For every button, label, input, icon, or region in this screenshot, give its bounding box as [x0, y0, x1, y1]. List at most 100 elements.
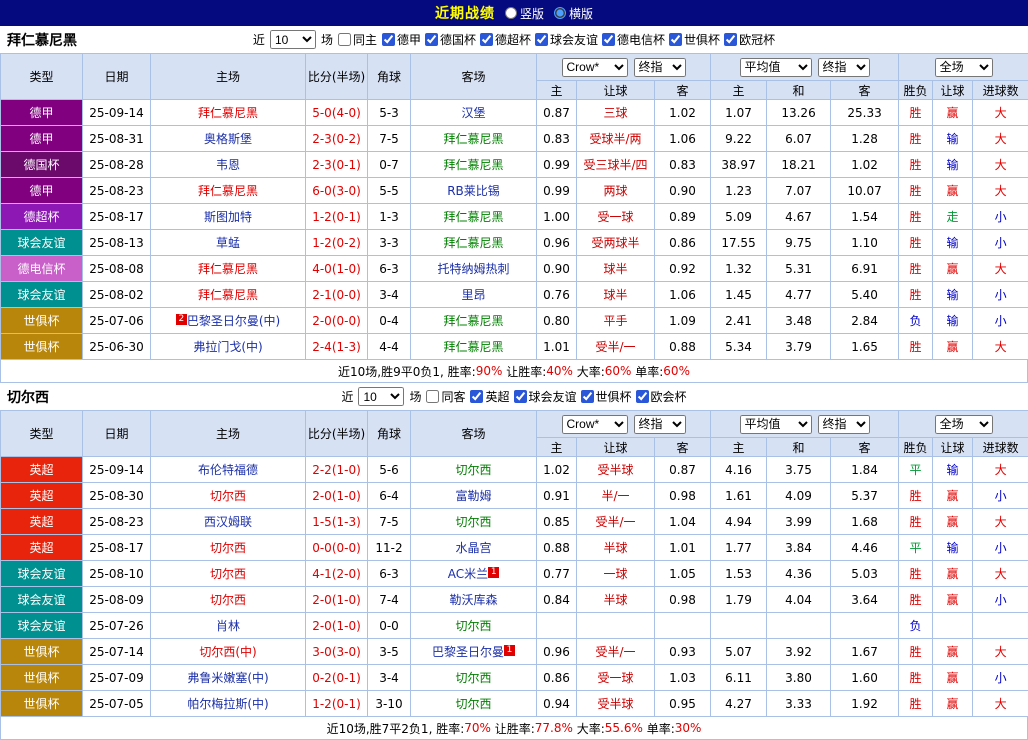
summary-segment: 40%	[546, 364, 573, 378]
away-team-link[interactable]: 切尔西	[455, 463, 491, 477]
league-filter-option[interactable]: 世俱杯	[669, 31, 720, 48]
euro-time-select[interactable]: 终指	[818, 415, 870, 434]
odds-time-select[interactable]: 终指	[634, 415, 686, 434]
home-team-link[interactable]: 斯图加特	[204, 210, 252, 224]
home-team-link[interactable]: 2巴黎圣日尔曼(中)	[176, 314, 280, 328]
league-filter-label: 球会友谊	[550, 31, 598, 48]
euro-average-select[interactable]: 平均值	[740, 58, 812, 77]
away-team-link[interactable]: 汉堡	[461, 106, 485, 120]
league-checkbox[interactable]	[636, 390, 649, 403]
asian-away-odds: 0.88	[655, 334, 711, 360]
away-team-link[interactable]: 切尔西	[455, 671, 491, 685]
home-team-link[interactable]: 拜仁慕尼黑	[198, 184, 258, 198]
match-count-select[interactable]: 10	[358, 387, 404, 406]
home-team-link[interactable]: 帕尔梅拉斯(中)	[187, 697, 268, 711]
euro-time-select[interactable]: 终指	[818, 58, 870, 77]
home-team-link[interactable]: 韦恩	[216, 158, 240, 172]
home-team-link[interactable]: 西汉姆联	[204, 515, 252, 529]
away-team-link[interactable]: 拜仁慕尼黑	[443, 340, 503, 354]
horizontal-layout-radio[interactable]	[554, 7, 566, 19]
league-filter-option[interactable]: 欧冠杯	[724, 31, 775, 48]
home-team-link[interactable]: 肖林	[216, 619, 240, 633]
league-checkbox[interactable]	[669, 33, 682, 46]
home-team-link[interactable]: 草蜢	[216, 236, 240, 250]
result-handicap: 输	[933, 126, 973, 152]
odds-company-select[interactable]: Crow*	[562, 58, 628, 77]
league-checkbox[interactable]	[470, 390, 483, 403]
euro-away-odds: 25.33	[831, 100, 899, 126]
odds-company-select[interactable]: Crow*	[562, 415, 628, 434]
same-venue-checkbox[interactable]	[338, 33, 351, 46]
away-team-link[interactable]: 巴黎圣日尔曼1	[432, 645, 515, 659]
home-team-link[interactable]: 切尔西(中)	[199, 645, 256, 659]
league-filter-option[interactable]: 世俱杯	[581, 388, 632, 405]
summary-segment: 大率:	[573, 720, 605, 737]
home-team-link[interactable]: 切尔西	[210, 541, 246, 555]
euro-home-odds: 4.16	[711, 457, 767, 483]
same-venue-checkbox[interactable]	[426, 390, 439, 403]
away-team-link[interactable]: 勒沃库森	[449, 593, 497, 607]
scope-select[interactable]: 全场	[935, 415, 993, 434]
away-team-link[interactable]: 切尔西	[455, 697, 491, 711]
league-checkbox[interactable]	[535, 33, 548, 46]
away-team-link[interactable]: 拜仁慕尼黑	[443, 236, 503, 250]
league-filter-option[interactable]: 欧会杯	[636, 388, 687, 405]
asian-home-odds: 1.02	[537, 457, 577, 483]
same-venue-option[interactable]: 同主	[338, 31, 377, 48]
asian-handicap: 半球	[577, 587, 655, 613]
near-label: 近	[253, 31, 265, 48]
home-team-link[interactable]: 奥格斯堡	[204, 132, 252, 146]
league-filter-option[interactable]: 球会友谊	[535, 31, 598, 48]
same-venue-option[interactable]: 同客	[426, 388, 465, 405]
home-team-link[interactable]: 弗鲁米嫩塞(中)	[187, 671, 268, 685]
away-team-link[interactable]: 水晶宫	[455, 541, 491, 555]
odds-time-select[interactable]: 终指	[634, 58, 686, 77]
away-team-link[interactable]: 切尔西	[455, 515, 491, 529]
match-count-select[interactable]: 10	[270, 30, 316, 49]
away-team-link[interactable]: AC米兰1	[448, 567, 499, 581]
euro-away-odds: 10.07	[831, 178, 899, 204]
home-team-link[interactable]: 拜仁慕尼黑	[198, 106, 258, 120]
home-team-link[interactable]: 布伦特福德	[198, 463, 258, 477]
vertical-layout-radio[interactable]	[505, 7, 517, 19]
home-team-link[interactable]: 弗拉门戈(中)	[193, 340, 262, 354]
home-team-link[interactable]: 切尔西	[210, 489, 246, 503]
away-team-link[interactable]: 富勒姆	[455, 489, 491, 503]
league-checkbox[interactable]	[724, 33, 737, 46]
away-team-link[interactable]: RB莱比锡	[447, 184, 500, 198]
league-filter-option[interactable]: 德超杯	[480, 31, 531, 48]
league-filter-option[interactable]: 德电信杯	[602, 31, 665, 48]
layout-option-horizontal[interactable]: 横版	[554, 5, 593, 22]
filter-controls: 近 10 场 同客 英超球会友谊世俱杯欧会杯	[341, 387, 686, 406]
away-team-link[interactable]: 里昂	[461, 288, 485, 302]
league-checkbox[interactable]	[382, 33, 395, 46]
euro-home-odds: 5.09	[711, 204, 767, 230]
euro-average-select[interactable]: 平均值	[740, 415, 812, 434]
away-team-link[interactable]: 拜仁慕尼黑	[443, 314, 503, 328]
home-team-link[interactable]: 切尔西	[210, 567, 246, 581]
home-team-link[interactable]: 拜仁慕尼黑	[198, 288, 258, 302]
score: 2-4(1-3)	[306, 334, 368, 360]
home-team-link[interactable]: 拜仁慕尼黑	[198, 262, 258, 276]
league-filter-option[interactable]: 英超	[470, 388, 509, 405]
match-date: 25-08-23	[83, 509, 151, 535]
away-team-link[interactable]: 托特纳姆热刺	[437, 262, 509, 276]
league-checkbox[interactable]	[480, 33, 493, 46]
away-team-cell: 拜仁慕尼黑	[411, 230, 537, 256]
layout-option-vertical[interactable]: 竖版	[505, 5, 544, 22]
league-checkbox[interactable]	[581, 390, 594, 403]
away-team-link[interactable]: 拜仁慕尼黑	[443, 158, 503, 172]
league-filter-option[interactable]: 德国杯	[425, 31, 476, 48]
scope-select[interactable]: 全场	[935, 58, 993, 77]
league-checkbox[interactable]	[514, 390, 527, 403]
league-checkbox[interactable]	[602, 33, 615, 46]
summary-segment: 单率:	[631, 363, 663, 380]
league-checkbox[interactable]	[425, 33, 438, 46]
away-team-link[interactable]: 切尔西	[455, 619, 491, 633]
league-filter-option[interactable]: 球会友谊	[514, 388, 577, 405]
league-filter-option[interactable]: 德甲	[382, 31, 421, 48]
away-team-link[interactable]: 拜仁慕尼黑	[443, 210, 503, 224]
home-team-link[interactable]: 切尔西	[210, 593, 246, 607]
match-row: 德国杯25-08-28韦恩2-3(0-1)0-7拜仁慕尼黑0.99受三球半/四0…	[1, 152, 1028, 178]
away-team-link[interactable]: 拜仁慕尼黑	[443, 132, 503, 146]
